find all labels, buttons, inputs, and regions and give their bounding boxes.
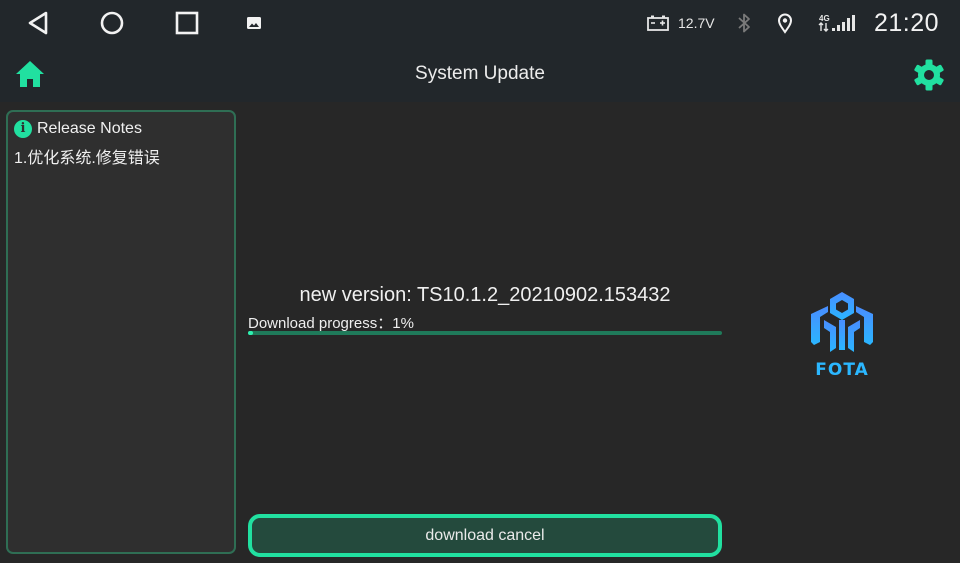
settings-button[interactable] [912,58,946,92]
info-icon: i [14,120,32,138]
app-bar: System Update [0,46,960,102]
signal-4g-icon: 4G [818,14,855,32]
download-progress-bar [248,331,722,335]
release-notes-header: i Release Notes [14,120,142,138]
battery-indicator [646,0,670,46]
release-notes-item: 1.优化系统.修复错误 [14,150,160,167]
fota-logo: FOTA [806,290,878,380]
cellular-indicator: 4G [818,0,858,46]
clock: 21:20 [874,8,940,37]
recents-icon [175,11,199,35]
network-type: 4G [819,14,830,23]
gear-icon [914,59,944,91]
car-battery-icon [647,15,669,31]
fota-logo-icon: FOTA [811,292,873,380]
download-cancel-button[interactable]: download cancel [248,514,722,557]
download-progress-fill [248,331,253,335]
bluetooth-indicator [735,0,753,46]
back-icon [28,11,48,35]
location-pin-icon [777,13,793,34]
status-bar: 12.7V 4G 21:20 [0,0,960,46]
release-notes-title: Release Notes [37,120,142,137]
back-button[interactable] [24,8,54,38]
battery-voltage: 12.7V [678,15,715,31]
page-title: System Update [415,63,545,84]
image-notification[interactable] [239,8,269,38]
home-circle-icon [100,11,124,35]
release-notes-panel[interactable]: i Release Notes 1.优化系统.修复错误 [6,110,236,554]
download-progress-label: Download progress：1% [248,315,414,332]
fota-logo-text: FOTA [815,360,869,380]
bluetooth-icon [738,13,750,33]
location-indicator [776,0,794,46]
image-notification-icon [247,17,261,29]
recents-button[interactable] [172,8,202,38]
home-nav-button[interactable] [97,8,127,38]
new-version-text: new version: TS10.1.2_20210902.153432 [299,284,671,306]
